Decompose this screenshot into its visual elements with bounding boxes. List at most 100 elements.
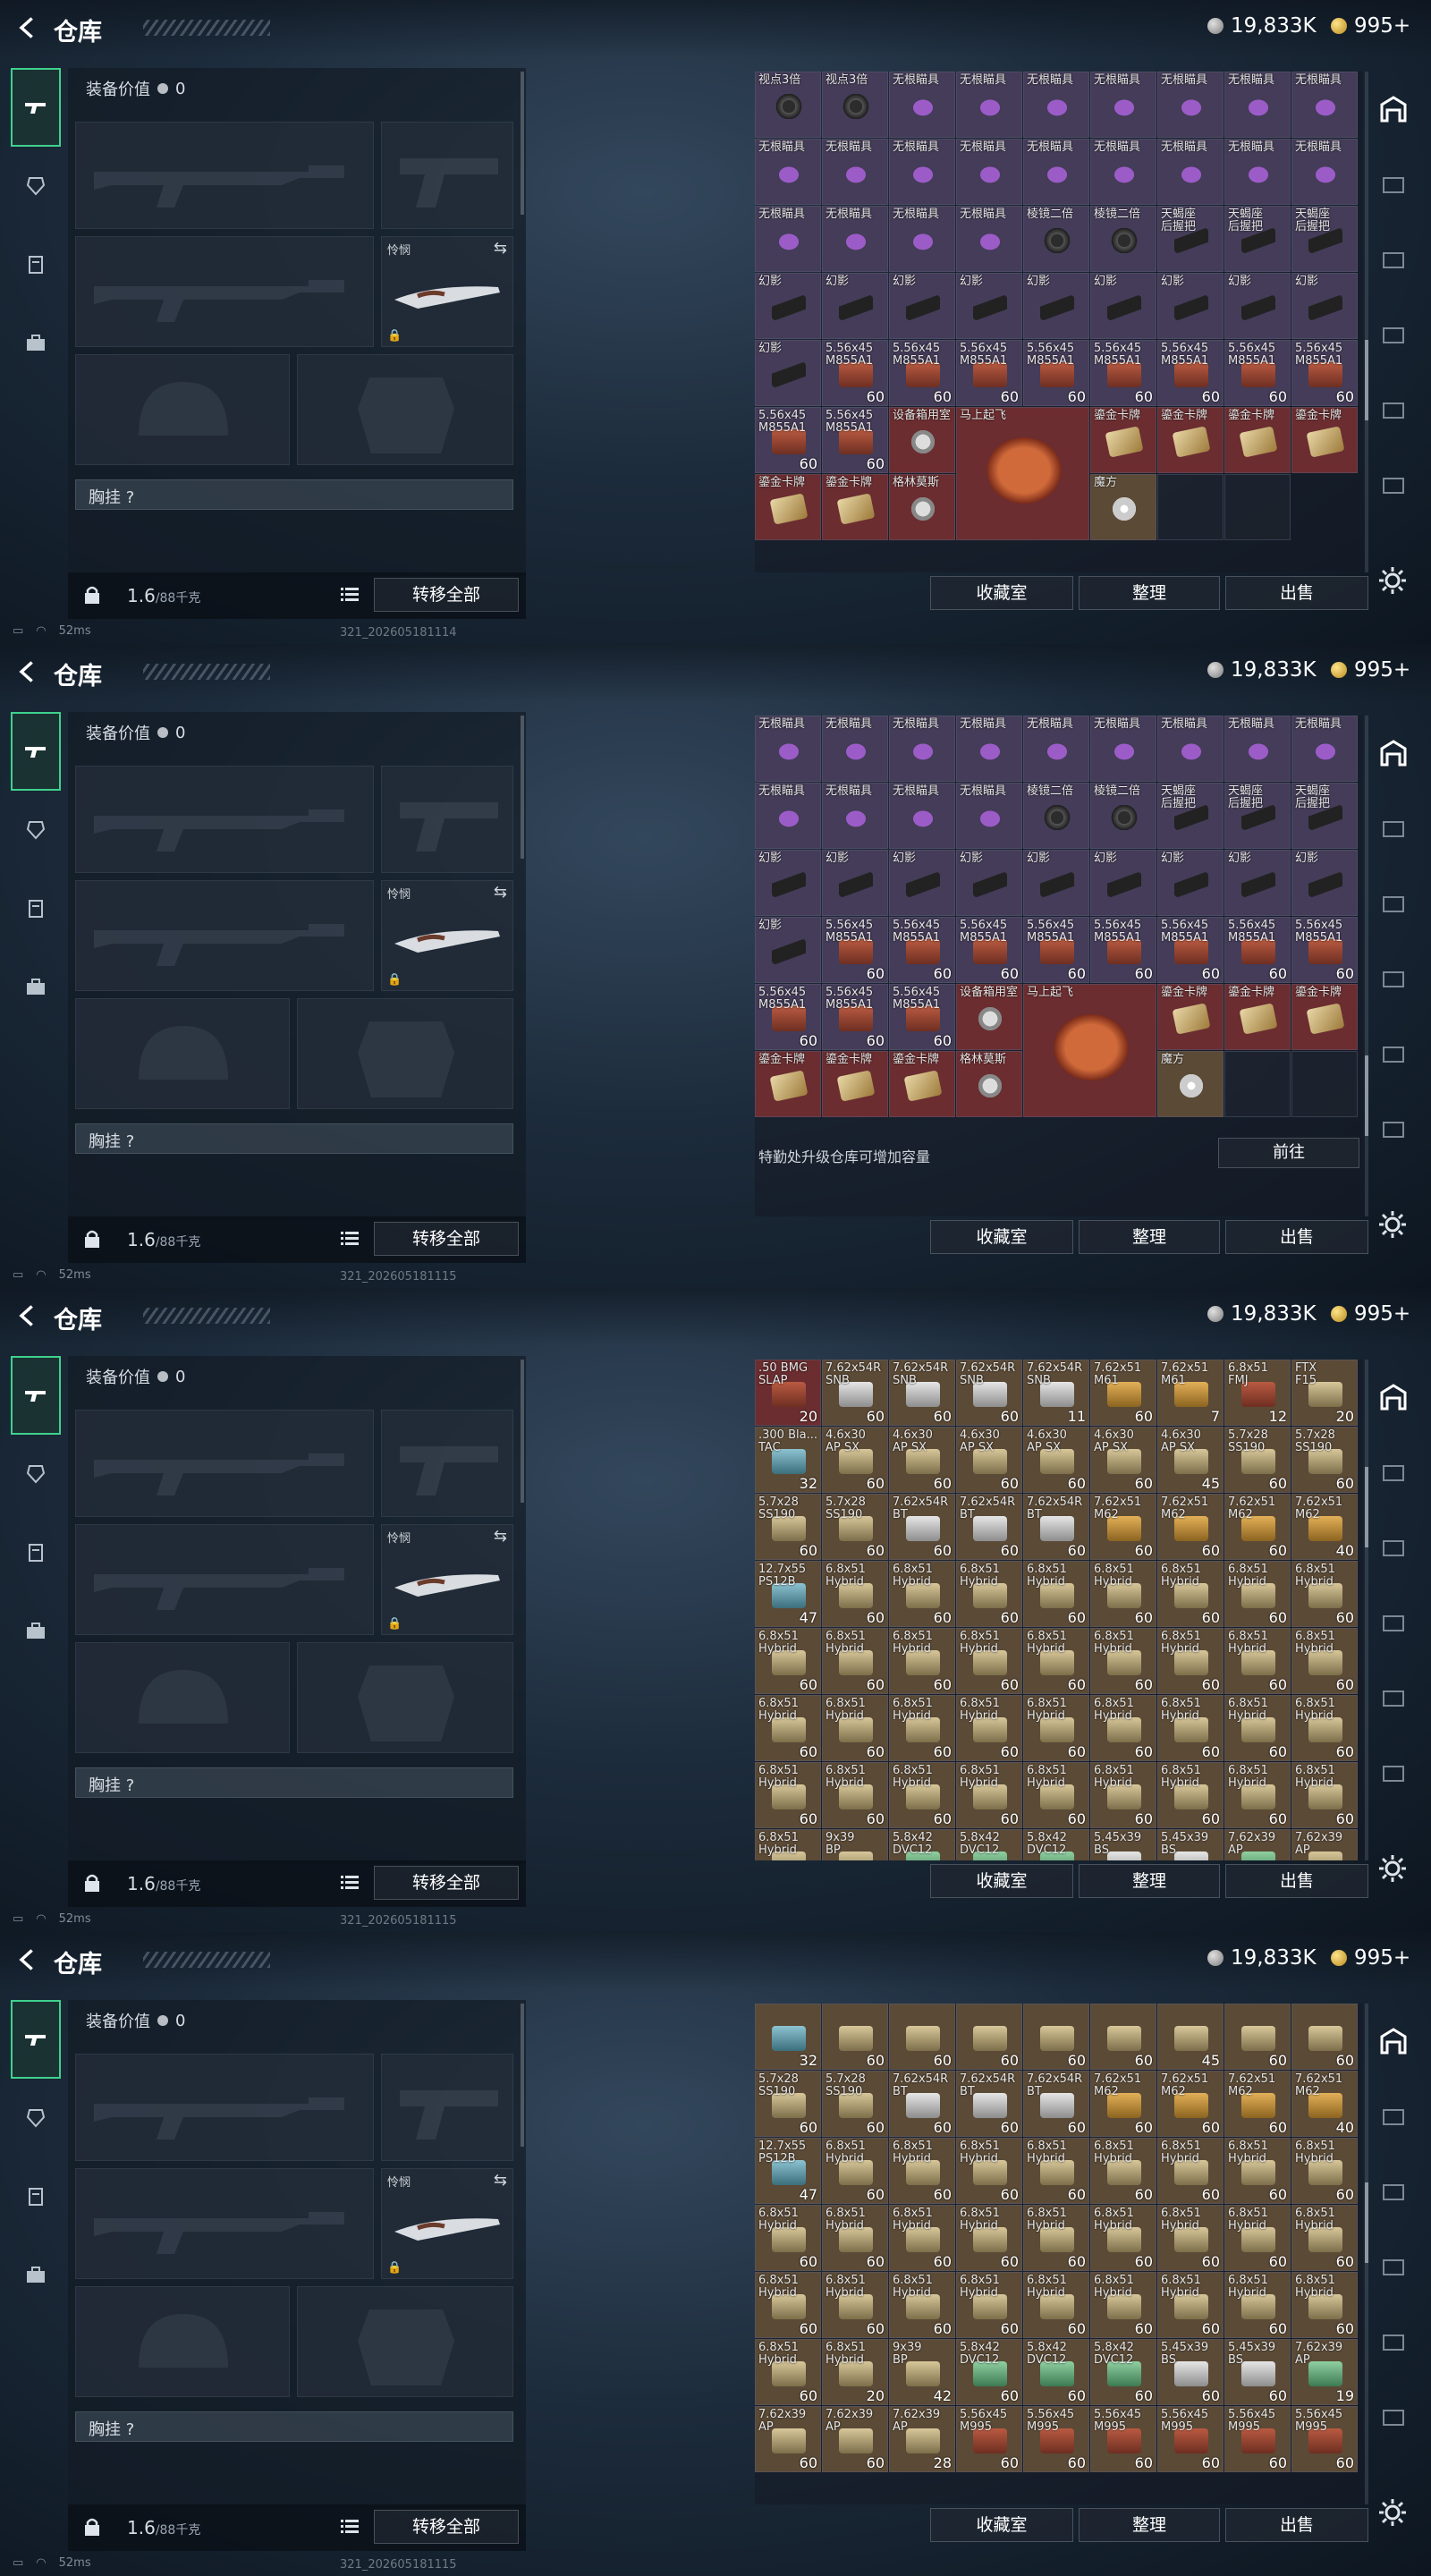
secondary-weapon-slot[interactable]	[75, 2168, 374, 2279]
inventory-item[interactable]: 6.8x51 Hybrid 60	[1023, 2272, 1089, 2338]
inventory-item[interactable]: 4.6x30 AP SX 60	[956, 1427, 1022, 1493]
inventory-item[interactable]: 5.56x45 M855A1 60	[1157, 917, 1224, 983]
inventory-item[interactable]: 魔方	[1157, 1051, 1224, 1117]
inventory-item[interactable]: 6.8x51 Hybrid 60	[1023, 1695, 1089, 1761]
inventory-item[interactable]: 无根瞄具	[1291, 716, 1358, 782]
inventory-item[interactable]: 5.8x42 DVC12 60	[1023, 2339, 1089, 2405]
inventory-item[interactable]: 无根瞄具	[1023, 716, 1089, 782]
inventory-item[interactable]: 60	[956, 2004, 1022, 2070]
inventory-item[interactable]: 6.8x51 Hybrid 60	[1023, 1561, 1089, 1627]
tab-warehouse-3[interactable]	[1368, 866, 1418, 941]
inventory-item[interactable]: 6.8x51 Hybrid 60	[1090, 2205, 1156, 2271]
inventory-item[interactable]: 无根瞄具	[956, 139, 1022, 205]
inventory-item[interactable]: 60	[1224, 2004, 1291, 2070]
inventory-item[interactable]: 6.8x51 Hybrid 60	[956, 1695, 1022, 1761]
inventory-item[interactable]: 4.6x30 AP SX 60	[822, 1427, 888, 1493]
tab-warehouse-4[interactable]	[1368, 941, 1418, 1016]
inventory-item[interactable]: 6.8x51 Hybrid 60	[755, 1628, 821, 1694]
list-icon[interactable]	[338, 1227, 361, 1250]
tab-warehouse-4[interactable]	[1368, 297, 1418, 372]
inventory-item[interactable]: 无根瞄具	[956, 716, 1022, 782]
swap-icon[interactable]: ⇆	[494, 2171, 507, 2190]
collection-button[interactable]: 收藏室	[930, 576, 1073, 610]
inventory-item[interactable]: 7.62x51 M62 60	[1224, 2071, 1291, 2137]
inventory-item[interactable]: 4.6x30 AP SX 45	[1157, 1427, 1224, 1493]
inventory-item[interactable]: 幻影	[755, 917, 821, 983]
tab-vest[interactable]	[11, 225, 61, 304]
inventory-item[interactable]: 无根瞄具	[755, 206, 821, 272]
inventory-item[interactable]: 鎏金卡牌	[1157, 984, 1224, 1050]
inventory-item[interactable]: 6.8x51 Hybrid 60	[755, 2272, 821, 2338]
inventory-item[interactable]: 无根瞄具	[1157, 139, 1224, 205]
inventory-item[interactable]: 鎏金卡牌	[755, 1051, 821, 1117]
tab-weapons[interactable]	[11, 712, 61, 791]
sort-button[interactable]: 整理	[1079, 576, 1220, 610]
inventory-item[interactable]: 5.56x45 M855A1 60	[1224, 340, 1291, 406]
inventory-item[interactable]: 5.56x45 M995 60	[1157, 2406, 1224, 2472]
inventory-item[interactable]: 7.62x54R SNB 60	[956, 1360, 1022, 1426]
secondary-weapon-slot[interactable]	[75, 236, 374, 347]
tab-warehouse-5[interactable]	[1368, 2304, 1418, 2379]
sell-button[interactable]: 出售	[1225, 2508, 1368, 2542]
inventory-item[interactable]: 6.8x51 Hybrid 60	[1157, 2138, 1224, 2204]
inventory-item[interactable]: 幻影	[1157, 273, 1224, 339]
inventory-item[interactable]: .50 BMG SLAP 20	[755, 1360, 821, 1426]
inventory-item[interactable]: 天蝎座 后握把	[1224, 206, 1291, 272]
inventory-item[interactable]: 幻影	[956, 850, 1022, 916]
sort-button[interactable]: 整理	[1079, 2508, 1220, 2542]
inventory-item[interactable]: 7.62x51 M61 7	[1157, 1360, 1224, 1426]
inventory-item[interactable]: 5.56x45 M855A1 60	[1291, 917, 1358, 983]
tab-vest[interactable]	[11, 869, 61, 948]
inventory-item[interactable]: 7.62x51 M62 60	[1090, 2071, 1156, 2137]
tab-vest[interactable]	[11, 1513, 61, 1592]
inventory-item[interactable]: 幻影	[755, 340, 821, 406]
sort-button[interactable]: 整理	[1079, 1864, 1220, 1898]
gold-currency[interactable]: 995+	[1331, 1302, 1410, 1326]
inventory-item[interactable]: 6.8x51 Hybrid 60	[956, 1628, 1022, 1694]
tab-armor[interactable]	[11, 1435, 61, 1513]
inventory-item[interactable]: 7.62x51 M62 60	[1090, 1494, 1156, 1560]
inventory-item[interactable]: 魔方	[1090, 474, 1156, 540]
empty-slot[interactable]	[1224, 1051, 1291, 1117]
tab-warehouse-2[interactable]	[1368, 791, 1418, 866]
inventory-item[interactable]: 6.8x51 Hybrid 60	[822, 1695, 888, 1761]
helmet-slot[interactable]	[75, 2286, 290, 2397]
inventory-item[interactable]: 6.8x51 Hybrid 60	[1090, 1762, 1156, 1828]
inventory-item[interactable]: 幻影	[822, 850, 888, 916]
pistol-slot[interactable]	[381, 766, 513, 873]
helmet-slot[interactable]	[75, 354, 290, 465]
inventory-item[interactable]: 5.7x28 SS190 60	[822, 1494, 888, 1560]
inventory-item[interactable]: 幻影	[889, 850, 955, 916]
melee-slot[interactable]: 怜悯 ⇆ 🔒	[381, 880, 513, 991]
inventory-item[interactable]: 无根瞄具	[1224, 72, 1291, 138]
inventory-item[interactable]: 幻影	[1090, 273, 1156, 339]
inventory-item[interactable]: 幻影	[1224, 850, 1291, 916]
inventory-item[interactable]: 无根瞄具	[1090, 139, 1156, 205]
back-icon[interactable]	[13, 13, 43, 43]
tab-warehouse-all[interactable]	[1368, 2004, 1418, 2079]
inventory-item[interactable]: 无根瞄具	[889, 72, 955, 138]
inventory-item[interactable]: 9x39 BP42	[889, 2339, 955, 2405]
inventory-item[interactable]: 6.8x51 Hybrid 60	[1157, 1695, 1224, 1761]
inventory-item[interactable]: 无根瞄具	[1224, 139, 1291, 205]
tab-warehouse-6[interactable]	[1368, 447, 1418, 522]
inventory-item[interactable]: 天蝎座 后握把	[1291, 783, 1358, 849]
inventory-item[interactable]: 鎏金卡牌	[755, 474, 821, 540]
inventory-item[interactable]: 7.62x54R SNB 60	[822, 1360, 888, 1426]
inventory-item[interactable]: 6.8x51 Hybrid 60	[1023, 1628, 1089, 1694]
inventory-item[interactable]: 视点3倍	[755, 72, 821, 138]
secondary-weapon-slot[interactable]	[75, 1524, 374, 1635]
inventory-item[interactable]: 天蝎座 后握把	[1224, 783, 1291, 849]
inventory-item[interactable]: 6.8x51 Hybrid 60	[1090, 1695, 1156, 1761]
inventory-item[interactable]: 5.56x45 M855A1 60	[755, 984, 821, 1050]
tab-warehouse-3[interactable]	[1368, 222, 1418, 297]
inventory-item[interactable]: 6.8x51 Hybrid 60	[1224, 2272, 1291, 2338]
inventory-item[interactable]: 无根瞄具	[889, 783, 955, 849]
transfer-all-button[interactable]: 转移全部	[374, 1222, 519, 1256]
inventory-item[interactable]: 12.7x55 PS12B 47	[755, 1561, 821, 1627]
gear-icon[interactable]	[1377, 2497, 1408, 2528]
inventory-item[interactable]: 9x39 BP42	[822, 1829, 888, 1860]
list-icon[interactable]	[338, 1871, 361, 1894]
primary-weapon-slot[interactable]	[75, 2054, 374, 2161]
gear-icon[interactable]	[1377, 565, 1408, 596]
